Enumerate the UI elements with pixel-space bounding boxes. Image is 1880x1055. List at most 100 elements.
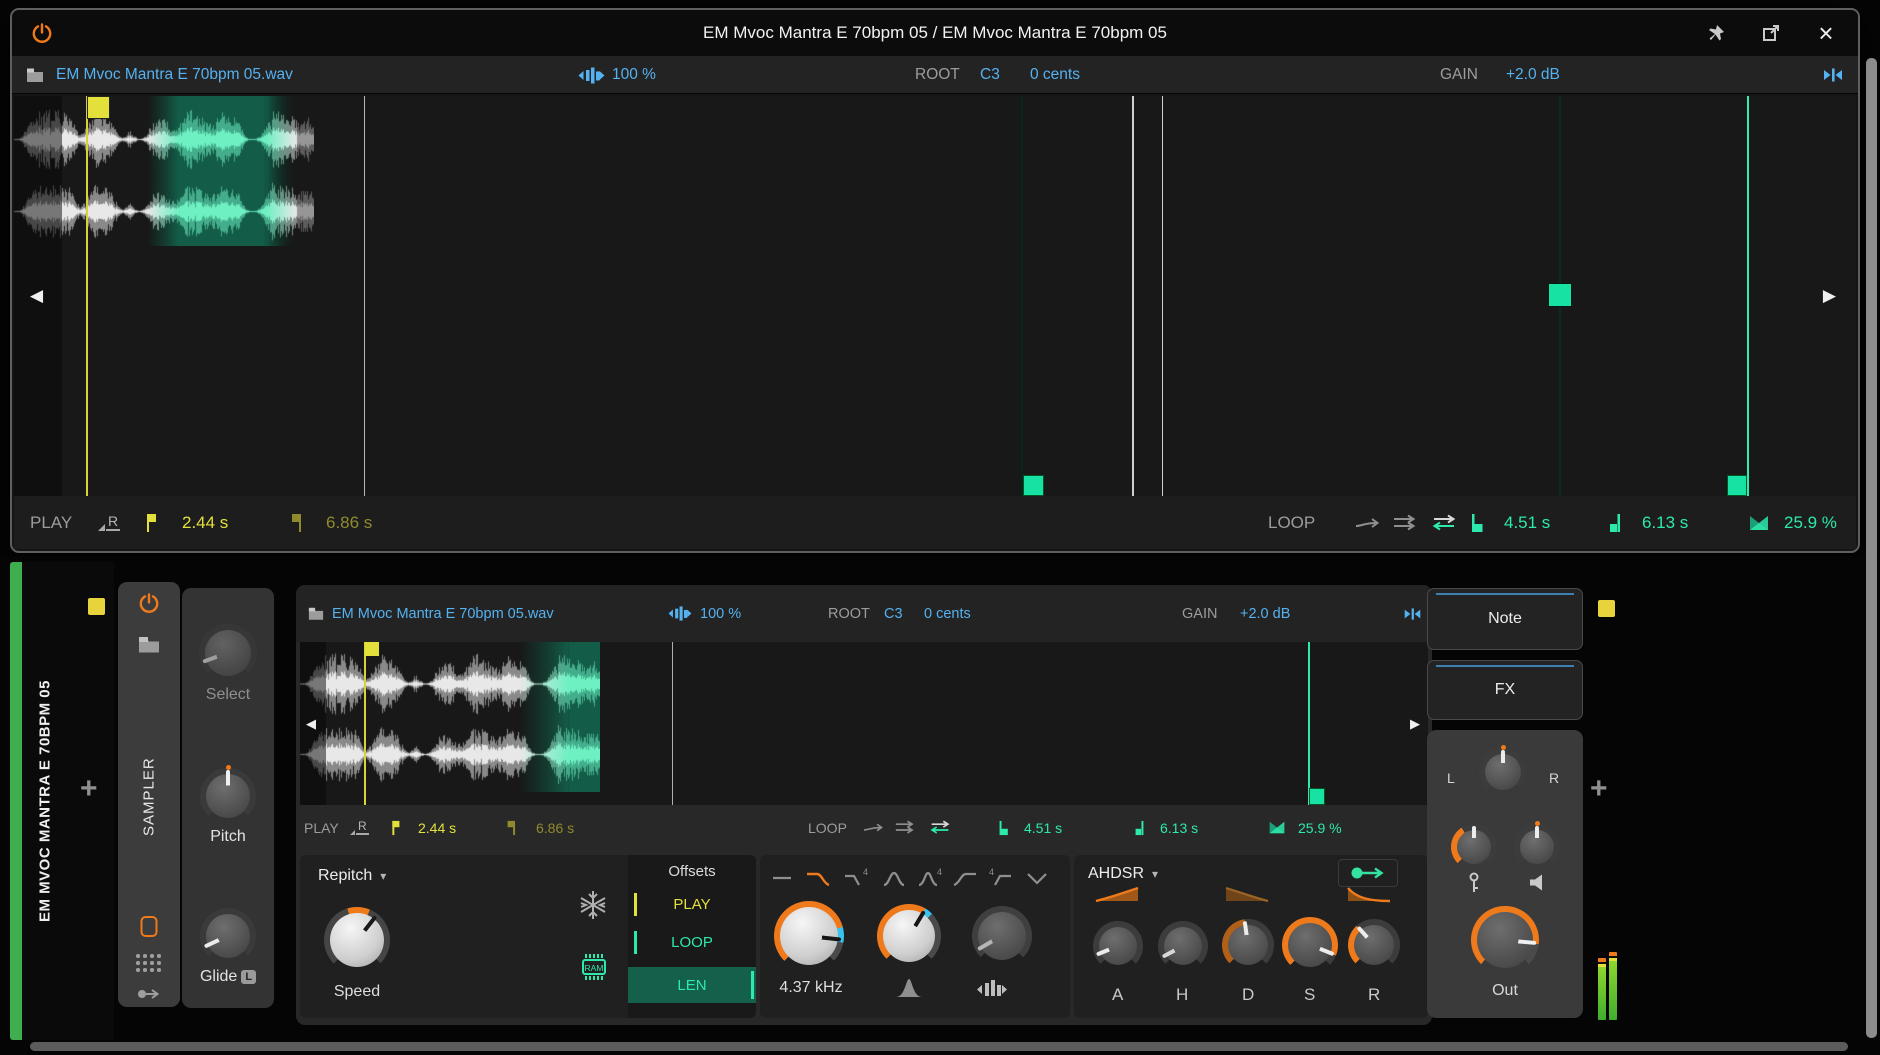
- envelope-sustain-mode[interactable]: [1338, 859, 1398, 887]
- pan-knob[interactable]: [1479, 748, 1527, 796]
- freeze-icon[interactable]: [578, 889, 608, 921]
- loop-mode-off-icon[interactable]: [862, 805, 884, 850]
- release-shape-icon[interactable]: [1346, 885, 1392, 903]
- play-start-value[interactable]: 2.44 s: [182, 496, 228, 549]
- sample-filename[interactable]: EM Mvoc Mantra E 70bpm 05.wav: [56, 56, 293, 94]
- add-device-after-button[interactable]: +: [1590, 774, 1608, 804]
- loop-mode-pingpong-icon[interactable]: [1430, 496, 1458, 549]
- reverse-toggle[interactable]: R: [98, 496, 120, 549]
- env-sustain-label: S: [1304, 985, 1315, 1005]
- scroll-left-arrow[interactable]: ◀: [306, 716, 316, 732]
- root-cents-value[interactable]: 0 cents: [1030, 56, 1080, 94]
- out-gain-knob[interactable]: [1471, 906, 1539, 974]
- loop-start-value[interactable]: 4.51 s: [1504, 496, 1550, 549]
- offset-len-row[interactable]: LEN: [628, 967, 756, 1003]
- filter-hp12-icon[interactable]: [951, 867, 983, 889]
- loop-crossfade-icon: [1748, 496, 1770, 549]
- filter-notch-icon[interactable]: [1024, 867, 1056, 889]
- filter-keytrack-knob[interactable]: [972, 906, 1032, 966]
- scroll-right-arrow[interactable]: ▶: [1410, 716, 1420, 732]
- play-start-value[interactable]: 2.44 s: [418, 805, 456, 850]
- level-knob[interactable]: [1514, 824, 1560, 870]
- device-end-square[interactable]: [1598, 600, 1615, 617]
- root-note-value[interactable]: C3: [980, 56, 1000, 94]
- playback-mode-dropdown[interactable]: Repitch: [318, 867, 386, 885]
- glide-mode-badge[interactable]: L: [241, 970, 256, 984]
- filter-bp12-icon[interactable]: [880, 867, 912, 889]
- offset-play-row[interactable]: PLAY: [628, 889, 756, 920]
- fit-view-icon[interactable]: [1403, 585, 1422, 642]
- track-color-strip: [10, 562, 22, 1040]
- filter-cutoff-knob[interactable]: [774, 901, 844, 971]
- device-power-icon[interactable]: [138, 592, 160, 614]
- select-knob-slot: Select: [182, 624, 274, 704]
- pin-icon[interactable]: [1704, 21, 1728, 45]
- remote-controls-icon[interactable]: [141, 916, 158, 937]
- filter-cutoff-value[interactable]: 4.37 kHz: [766, 979, 856, 997]
- loop-crossfade-value[interactable]: 25.9 %: [1298, 805, 1342, 850]
- mini-waveform-canvas[interactable]: [300, 642, 600, 792]
- loop-mode-forward-icon[interactable]: [894, 805, 916, 850]
- play-end-value[interactable]: 6.86 s: [326, 496, 372, 549]
- scroll-left-arrow[interactable]: ◀: [30, 286, 43, 306]
- preset-folder-icon[interactable]: [138, 636, 160, 653]
- filter-hp24-icon[interactable]: 4: [986, 867, 1018, 889]
- fit-view-icon[interactable]: [1822, 56, 1844, 94]
- device-chain-hscrollbar[interactable]: [30, 1042, 1848, 1051]
- envelope-selector-dropdown[interactable]: AHDSR: [1088, 865, 1158, 883]
- glide-knob[interactable]: [200, 908, 256, 964]
- close-icon[interactable]: ×: [1814, 21, 1838, 45]
- select-knob[interactable]: [199, 624, 257, 682]
- env-attack-knob[interactable]: [1093, 921, 1143, 971]
- page-vscrollbar[interactable]: [1866, 58, 1877, 1038]
- modulation-out-icon[interactable]: [137, 988, 161, 1000]
- track-mute-square[interactable]: [88, 598, 105, 615]
- env-sustain-knob[interactable]: [1282, 917, 1338, 973]
- stretch-value[interactable]: 100 %: [612, 56, 656, 94]
- filter-bp24-icon[interactable]: 4: [915, 867, 947, 889]
- decay-shape-icon[interactable]: [1224, 885, 1270, 903]
- loop-mode-off-icon[interactable]: [1354, 496, 1380, 549]
- loop-mode-pingpong-icon[interactable]: [928, 805, 952, 850]
- loop-end-value[interactable]: 6.13 s: [1160, 805, 1198, 850]
- pitch-knob-slot: Pitch: [182, 768, 274, 846]
- loop-start-value[interactable]: 4.51 s: [1024, 805, 1062, 850]
- tab-note[interactable]: Note: [1427, 588, 1583, 650]
- reverse-toggle[interactable]: R: [350, 805, 369, 850]
- sample-filename[interactable]: EM Mvoc Mantra E 70bpm 05.wav: [332, 585, 554, 642]
- pitch-knob[interactable]: [200, 768, 256, 824]
- loop-mode-forward-icon[interactable]: [1392, 496, 1418, 549]
- env-hold-knob[interactable]: [1158, 921, 1208, 971]
- root-note-value[interactable]: C3: [884, 585, 903, 642]
- tab-fx[interactable]: FX: [1427, 660, 1583, 720]
- attack-shape-icon[interactable]: [1094, 885, 1140, 903]
- add-device-before-button[interactable]: +: [80, 774, 98, 804]
- offset-loop-row[interactable]: LOOP: [628, 927, 756, 958]
- track-header[interactable]: [10, 562, 114, 1040]
- mini-waveform[interactable]: ◀ ▶: [300, 642, 1428, 805]
- env-decay-knob[interactable]: [1222, 919, 1274, 971]
- stretch-value[interactable]: 100 %: [700, 585, 741, 642]
- loop-end-value[interactable]: 6.13 s: [1642, 496, 1688, 549]
- window-titlebar[interactable]: EM Mvoc Mantra E 70bpm 05 / EM Mvoc Mant…: [12, 10, 1858, 56]
- gain-value[interactable]: +2.0 dB: [1506, 56, 1560, 94]
- grid-editor-icon[interactable]: [136, 954, 162, 973]
- env-release-knob[interactable]: [1348, 919, 1400, 971]
- gain-value[interactable]: +2.0 dB: [1240, 585, 1290, 642]
- filter-lp12-icon[interactable]: [804, 867, 836, 889]
- root-cents-value[interactable]: 0 cents: [924, 585, 971, 642]
- velocity-depth-knob[interactable]: [1451, 824, 1497, 870]
- play-end-value[interactable]: 6.86 s: [536, 805, 574, 850]
- filter-off-icon[interactable]: [768, 867, 800, 889]
- filter-lp24-icon[interactable]: 4: [842, 867, 874, 889]
- loop-crossfade-value[interactable]: 25.9 %: [1784, 496, 1837, 549]
- scroll-right-arrow[interactable]: ▶: [1823, 286, 1836, 306]
- stretch-icon[interactable]: [668, 585, 692, 642]
- stretch-icon[interactable]: [578, 56, 605, 94]
- speed-knob[interactable]: [324, 907, 390, 973]
- filter-resonance-knob[interactable]: [877, 904, 941, 968]
- waveform-editor[interactable]: ◀ ▶: [14, 96, 1856, 496]
- loop-section-label: LOOP: [1268, 496, 1315, 549]
- ram-mode-icon[interactable]: RAM: [578, 951, 610, 983]
- popout-icon[interactable]: [1759, 21, 1783, 45]
